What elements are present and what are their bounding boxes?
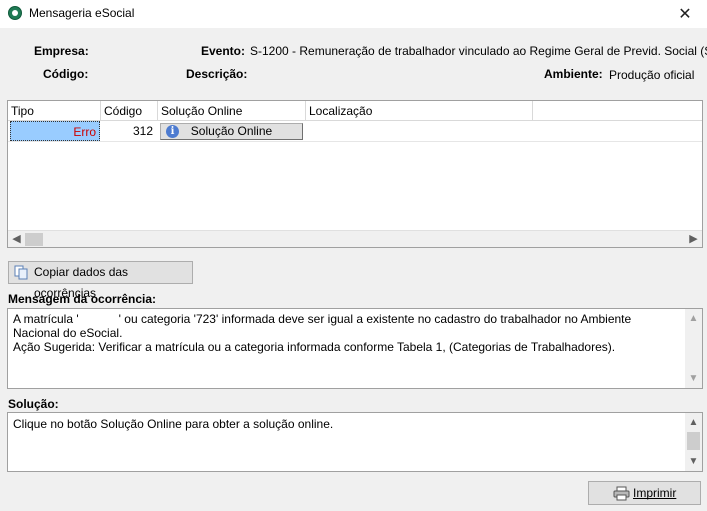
column-header-localizacao[interactable]: Localização xyxy=(306,101,533,121)
cell-codigo[interactable]: 312 xyxy=(103,121,155,141)
printer-icon xyxy=(613,486,630,501)
mensagem-text: A matrícula ' ' ou categoria '723' infor… xyxy=(13,312,632,354)
copy-icon xyxy=(14,265,28,280)
evento-value: S-1200 - Remuneração de trabalhador vinc… xyxy=(250,44,707,58)
solucao-vertical-scrollbar[interactable]: ▲ ▼ xyxy=(685,413,702,471)
descricao-label: Descrição: xyxy=(186,67,248,81)
occurrences-grid[interactable]: Tipo Código Solução Online Localização E… xyxy=(7,100,703,248)
print-button-label: Imprimir xyxy=(633,486,677,500)
solucao-label: Solução: xyxy=(8,397,59,411)
info-icon: i xyxy=(166,125,179,138)
evento-label: Evento: xyxy=(201,44,246,58)
grid-header: Tipo Código Solução Online Localização xyxy=(8,101,702,121)
scroll-thumb[interactable] xyxy=(687,432,700,450)
arrow-up-icon[interactable]: ▲ xyxy=(685,311,702,326)
ambiente-label: Ambiente: xyxy=(544,67,603,81)
close-button[interactable]: ✕ xyxy=(663,0,707,28)
app-icon xyxy=(8,6,22,20)
horizontal-scrollbar[interactable]: ◀ ▶ xyxy=(8,230,702,247)
copy-occurrences-button[interactable]: Copiar dados das ocorrências xyxy=(8,261,193,300)
mensagem-textbox[interactable]: A matrícula ' ' ou categoria '723' infor… xyxy=(7,308,703,389)
codigo-label: Código: xyxy=(43,67,89,81)
arrow-up-icon[interactable]: ▲ xyxy=(685,415,702,430)
empresa-label: Empresa: xyxy=(34,44,89,58)
ambiente-value: Produção oficial xyxy=(609,68,695,82)
cell-localizacao[interactable] xyxy=(308,121,528,141)
column-header-solucao-online[interactable]: Solução Online xyxy=(158,101,306,121)
solucao-online-button[interactable]: i Solução Online xyxy=(160,123,303,140)
column-header-codigo[interactable]: Código xyxy=(101,101,158,121)
column-header-tipo[interactable]: Tipo xyxy=(8,101,101,121)
solucao-textbox[interactable]: Clique no botão Solução Online para obte… xyxy=(7,412,703,472)
arrow-right-icon[interactable]: ▶ xyxy=(685,231,702,247)
mensagem-label: Mensagem da ocorrência: xyxy=(8,292,157,306)
mensagem-vertical-scrollbar[interactable]: ▲ ▼ xyxy=(685,309,702,388)
solucao-online-button-label: Solução Online xyxy=(190,124,273,138)
window-title: Mensageria eSocial xyxy=(29,6,135,20)
table-row[interactable]: Erro 312 i Solução Online xyxy=(8,121,702,142)
title-bar: Mensageria eSocial ✕ xyxy=(0,0,707,28)
arrow-down-icon[interactable]: ▼ xyxy=(685,454,702,469)
print-button[interactable]: Imprimir xyxy=(588,481,701,505)
arrow-down-icon[interactable]: ▼ xyxy=(685,371,702,386)
scroll-thumb[interactable] xyxy=(25,233,43,246)
cell-tipo[interactable]: Erro xyxy=(10,121,100,141)
arrow-left-icon[interactable]: ◀ xyxy=(8,231,25,247)
close-icon: ✕ xyxy=(678,6,692,23)
solucao-text: Clique no botão Solução Online para obte… xyxy=(13,417,334,431)
